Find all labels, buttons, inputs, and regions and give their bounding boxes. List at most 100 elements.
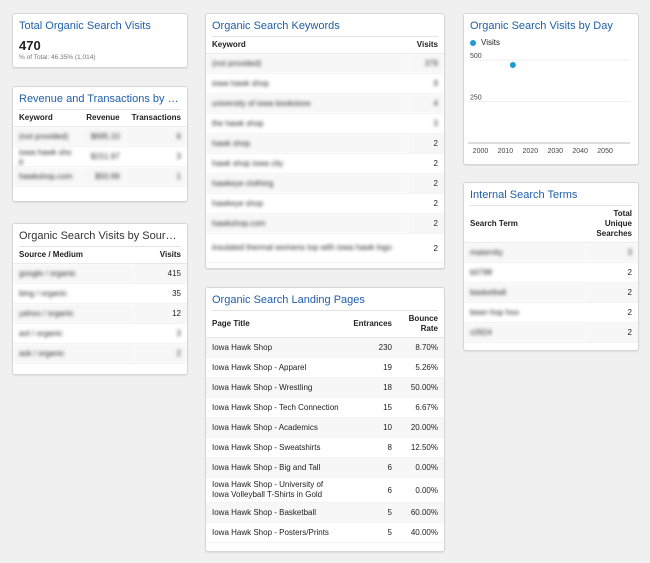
x-tick-label: 2000 [473, 148, 489, 155]
visits-cell: 4 [408, 93, 444, 114]
keyword-cell[interactable]: hawk shop [206, 133, 409, 154]
revenue-cell: $151.97 [80, 146, 126, 167]
bounce-rate-cell: 0.00% [398, 457, 444, 478]
page-title-cell[interactable]: Iowa Hawk Shop - Sweatshirts [206, 437, 348, 458]
page-title-cell[interactable]: Iowa Hawk Shop - Wrestling [206, 377, 348, 398]
keyword-cell[interactable]: iowa hawk shop [206, 73, 409, 94]
keyword-cell[interactable]: iowa hawk sho p [13, 146, 81, 167]
page-title-cell[interactable]: Iowa Hawk Shop - Basketball [206, 502, 348, 523]
keyword-cell[interactable]: hawkeye shop [206, 193, 409, 214]
keyword-cell[interactable]: hawkshop.com [206, 213, 409, 234]
column-header[interactable]: Bounce Rate [398, 311, 444, 338]
page-title-cell[interactable]: Iowa Hawk Shop - Tech Connection [206, 397, 348, 418]
search-count-cell: 2 [586, 282, 638, 303]
table-row: hawk shop iowa city 2 [206, 153, 444, 174]
revenue-table: Keyword Revenue Transactions (not provid… [13, 110, 187, 187]
revenue-cell: $695.10 [80, 126, 126, 147]
table-row: (not provided) $695.10 6 [13, 126, 187, 147]
column-header[interactable]: Entrances [347, 311, 398, 338]
bounce-rate-cell: 5.26% [398, 357, 444, 378]
widget-title[interactable]: Organic Search Visits by Source / M... [13, 224, 187, 246]
entrances-cell: 10 [347, 417, 398, 438]
keyword-cell[interactable]: (not provided) [13, 126, 81, 147]
keyword-cell[interactable]: the hawk shop [206, 113, 409, 134]
chart-legend[interactable]: Visits [464, 36, 638, 49]
x-tick-label: 2030 [547, 148, 563, 155]
column-header[interactable]: Page Title [206, 311, 348, 338]
visits-cell: 3 [134, 323, 187, 344]
total-visits-note: % of Total: 46.35% (1,014) [19, 54, 96, 61]
total-visits-widget: Total Organic Search Visits 470 % of Tot… [12, 13, 188, 68]
source-medium-widget: Organic Search Visits by Source / M... S… [12, 223, 188, 375]
search-term-cell[interactable]: b0788 [464, 262, 586, 283]
keyword-cell[interactable]: hawkeye clothing [206, 173, 409, 194]
widget-title[interactable]: Organic Search Keywords [206, 14, 444, 36]
x-tick-label: 2050 [597, 148, 613, 155]
table-row: Iowa Hawk Shop - University of Iowa Voll… [206, 477, 444, 503]
table-row: Iowa Hawk Shop - Basketball 5 60.00% [206, 502, 444, 523]
data-point [509, 61, 516, 68]
x-tick-label: 2010 [498, 148, 514, 155]
widget-title[interactable]: Total Organic Search Visits [13, 14, 187, 36]
widget-title[interactable]: Organic Search Landing Pages [206, 288, 444, 310]
keyword-cell[interactable]: hawkshop.com [13, 166, 81, 187]
bounce-rate-cell: 0.00% [398, 477, 444, 503]
search-term-cell[interactable]: basketball [464, 282, 586, 303]
source-cell[interactable]: google / organic [13, 263, 135, 284]
visits-cell: 379 [408, 53, 444, 74]
source-cell[interactable]: bing / organic [13, 283, 135, 304]
column-header[interactable]: Total Unique Searches [586, 206, 638, 243]
landing-pages-widget: Organic Search Landing Pages Page Title … [205, 287, 445, 552]
bounce-rate-cell: 40.00% [398, 522, 444, 543]
page-title-cell[interactable]: Iowa Hawk Shop - University of Iowa Voll… [206, 477, 348, 503]
column-header[interactable]: Visits [134, 247, 187, 264]
column-header[interactable]: Source / Medium [13, 247, 135, 264]
table-row: ask / organic 2 [13, 343, 187, 364]
source-cell[interactable]: aol / organic [13, 323, 135, 344]
source-cell[interactable]: ask / organic [13, 343, 135, 364]
y-tick-label: 250 [470, 94, 482, 101]
keywords-widget: Organic Search Keywords Keyword Visits (… [205, 13, 445, 269]
table-row: bing / organic 35 [13, 283, 187, 304]
visits-cell: 2 [408, 133, 444, 154]
search-term-cell[interactable]: bean hop hoo [464, 302, 586, 323]
widget-title[interactable]: Internal Search Terms [464, 183, 638, 205]
search-term-cell[interactable]: c0924 [464, 322, 586, 343]
bounce-rate-cell: 20.00% [398, 417, 444, 438]
search-count-cell: 3 [586, 242, 638, 263]
visits-by-day-widget: Organic Search Visits by Day Visits 500 2… [463, 13, 639, 165]
search-term-cell[interactable]: maternity [464, 242, 586, 263]
landing-pages-table: Page Title Entrances Bounce Rate Iowa Ha… [206, 311, 444, 543]
page-title-cell[interactable]: Iowa Hawk Shop - Apparel [206, 357, 348, 378]
column-header[interactable]: Transactions [125, 110, 187, 127]
visits-cell: 2 [134, 343, 187, 364]
page-title-cell[interactable]: Iowa Hawk Shop [206, 337, 348, 358]
table-row: Iowa Hawk Shop - Sweatshirts 8 12.50% [206, 437, 444, 458]
column-header[interactable]: Revenue [80, 110, 126, 127]
keyword-cell[interactable]: hawk shop iowa city [206, 153, 409, 174]
widget-title[interactable]: Revenue and Transactions by Keyword [13, 87, 187, 109]
source-cell[interactable]: yahoo / organic [13, 303, 135, 324]
total-visits-value: 470 [19, 38, 41, 53]
keyword-cell[interactable]: (not provided) [206, 53, 409, 74]
entrances-cell: 5 [347, 502, 398, 523]
column-header[interactable]: Keyword [13, 110, 81, 127]
table-row: b0788 2 [464, 262, 638, 283]
page-title-cell[interactable]: Iowa Hawk Shop - Academics [206, 417, 348, 438]
visits-cell: 2 [408, 193, 444, 214]
visits-cell: 2 [408, 233, 444, 263]
page-title-cell[interactable]: Iowa Hawk Shop - Big and Tall [206, 457, 348, 478]
column-header[interactable]: Keyword [206, 37, 409, 54]
widget-title[interactable]: Organic Search Visits by Day [464, 14, 638, 36]
table-row: university of iowa bookstore 4 [206, 93, 444, 114]
bounce-rate-cell: 50.00% [398, 377, 444, 398]
keyword-cell[interactable]: insulated thermal womens top with iowa h… [206, 233, 409, 263]
bounce-rate-cell: 6.67% [398, 397, 444, 418]
table-row: yahoo / organic 12 [13, 303, 187, 324]
column-header[interactable]: Visits [408, 37, 444, 54]
column-header[interactable]: Search Term [464, 206, 586, 243]
visits-by-day-chart[interactable]: 500 250 2000 2010 2020 2030 2040 2050 [464, 49, 638, 159]
search-count-cell: 2 [586, 322, 638, 343]
page-title-cell[interactable]: Iowa Hawk Shop - Posters/Prints [206, 522, 348, 543]
keyword-cell[interactable]: university of iowa bookstore [206, 93, 409, 114]
